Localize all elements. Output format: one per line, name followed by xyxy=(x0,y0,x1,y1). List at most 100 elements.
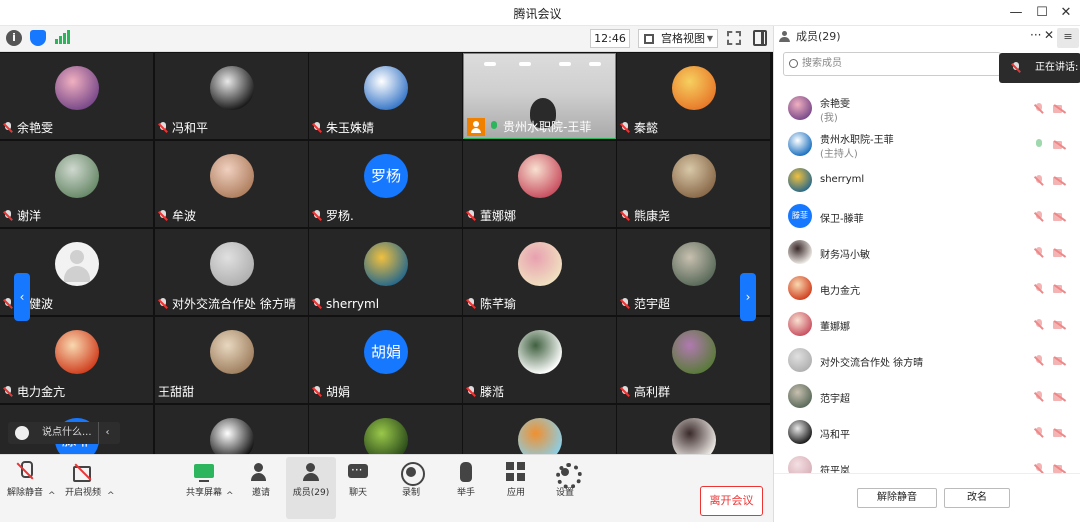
previous-page-button[interactable]: ‹ xyxy=(14,273,30,321)
video-off-icon[interactable] xyxy=(1053,140,1067,150)
emoji-icon[interactable] xyxy=(15,426,29,440)
muted-mic-icon[interactable] xyxy=(1034,355,1044,367)
maximize-button[interactable]: ☐ xyxy=(1032,4,1052,22)
close-panel-button[interactable]: ✕ xyxy=(1044,28,1054,42)
unmute-all-button[interactable]: 解除静音 xyxy=(857,488,937,508)
video-off-icon[interactable] xyxy=(1053,104,1067,114)
participant-tile[interactable]: 贵州水职院-王菲 xyxy=(463,53,616,139)
video-off-icon[interactable] xyxy=(1053,320,1067,330)
raise-hand-button[interactable]: 举手 xyxy=(441,457,491,519)
member-row[interactable]: 符平岚 xyxy=(774,450,1080,473)
fullscreen-icon[interactable] xyxy=(727,31,741,45)
participant-tile[interactable]: 王甜甜 xyxy=(155,317,308,403)
collapse-chat-button[interactable]: ‹ xyxy=(98,422,116,444)
start-video-button[interactable]: 开启视频 xyxy=(58,457,108,519)
rename-button[interactable]: 改名 xyxy=(944,488,1010,508)
members-panel-footer: 解除静音 改名 xyxy=(774,473,1080,522)
video-off-icon[interactable] xyxy=(1053,428,1067,438)
member-row[interactable]: sherryml xyxy=(774,162,1080,198)
participant-name: 余艳雯 xyxy=(17,121,54,135)
muted-mic-icon xyxy=(158,298,168,310)
muted-mic-icon[interactable] xyxy=(1034,103,1044,115)
participant-tile[interactable]: 熊康尧 xyxy=(617,141,770,227)
participant-tile[interactable]: 余艳雯 xyxy=(0,53,153,139)
member-list: 余艳雯 (我) 贵州水职院-王菲 (主持人) sherryml 滕菲 保卫-滕菲 财务冯小敏电… xyxy=(774,90,1080,473)
share-screen-button[interactable]: 共享屏幕 xyxy=(179,457,229,519)
member-row[interactable]: 董娜娜 xyxy=(774,306,1080,342)
video-options-caret[interactable]: ^ xyxy=(107,491,115,501)
participant-tile[interactable]: 滕湉 xyxy=(463,317,616,403)
muted-mic-icon[interactable] xyxy=(1034,391,1044,403)
apps-button[interactable]: 应用 xyxy=(491,457,541,519)
participant-tile[interactable]: 朱玉姝婧 xyxy=(309,53,462,139)
network-signal-icon[interactable] xyxy=(55,30,71,44)
participant-avatar xyxy=(55,242,99,286)
member-row[interactable]: 范宇超 xyxy=(774,378,1080,414)
participant-tile[interactable]: 牟波 xyxy=(155,141,308,227)
member-row[interactable]: 电力金亢 xyxy=(774,270,1080,306)
more-options-icon[interactable]: ··· xyxy=(1030,28,1041,42)
security-shield-icon[interactable] xyxy=(30,30,46,46)
video-off-icon[interactable] xyxy=(1053,284,1067,294)
info-icon[interactable]: i xyxy=(6,30,22,46)
muted-mic-icon[interactable] xyxy=(1034,175,1044,187)
video-off-icon[interactable] xyxy=(1053,248,1067,258)
video-off-icon[interactable] xyxy=(1053,392,1067,402)
video-off-icon[interactable] xyxy=(1053,176,1067,186)
dropdown-arrow-icon: ▼ xyxy=(706,34,713,43)
minimize-button[interactable]: — xyxy=(1006,4,1026,22)
participant-name-bar: sherryml xyxy=(312,295,379,313)
chat-quick-input[interactable]: 说点什么... ‹ xyxy=(8,422,120,444)
chat-button[interactable]: 聊天 xyxy=(333,457,383,519)
members-button[interactable]: 成员(29) xyxy=(286,457,336,519)
mic-on-icon[interactable] xyxy=(1034,139,1044,151)
member-search-input[interactable]: 搜索成员 xyxy=(783,52,1001,76)
participant-tile[interactable]: 冯和平 xyxy=(155,53,308,139)
audio-options-caret[interactable]: ^ xyxy=(48,491,56,501)
panel-menu-button[interactable]: ≡ xyxy=(1057,28,1079,48)
next-page-button[interactable]: › xyxy=(740,273,756,321)
member-row[interactable]: 财务冯小敏 xyxy=(774,234,1080,270)
member-row[interactable]: 贵州水职院-王菲 (主持人) xyxy=(774,126,1080,162)
member-avatar xyxy=(788,420,812,444)
share-options-caret[interactable]: ^ xyxy=(226,491,234,501)
video-off-icon[interactable] xyxy=(1053,464,1067,473)
participant-tile[interactable]: 胡娟 胡娟 xyxy=(309,317,462,403)
muted-mic-icon[interactable] xyxy=(1034,211,1044,223)
leave-meeting-button[interactable]: 离开会议 xyxy=(700,486,763,516)
participant-tile[interactable]: 电力金亢 xyxy=(0,317,153,403)
unmute-button[interactable]: 解除静音 xyxy=(0,457,50,519)
muted-mic-icon xyxy=(466,298,476,310)
invite-icon xyxy=(250,461,272,483)
participant-tile[interactable]: 谢洋 xyxy=(0,141,153,227)
video-off-icon[interactable] xyxy=(1053,356,1067,366)
member-row[interactable]: 对外交流合作处 徐方晴 xyxy=(774,342,1080,378)
record-button[interactable]: 录制 xyxy=(386,457,436,519)
participant-name-bar: 范宇超 xyxy=(620,295,670,313)
muted-mic-icon[interactable] xyxy=(1034,319,1044,331)
participant-tile[interactable]: 罗杨 罗杨. xyxy=(309,141,462,227)
participant-tile[interactable]: 高利群 xyxy=(617,317,770,403)
view-mode-select[interactable]: 宫格视图 ▼ xyxy=(638,29,718,48)
member-row[interactable]: 冯和平 xyxy=(774,414,1080,450)
participant-tile[interactable]: 董娜娜 xyxy=(463,141,616,227)
invite-button[interactable]: 邀请 xyxy=(236,457,286,519)
muted-mic-icon[interactable] xyxy=(1034,283,1044,295)
person-icon xyxy=(779,31,790,42)
close-window-button[interactable]: ✕ xyxy=(1056,4,1076,22)
member-row[interactable]: 余艳雯 (我) xyxy=(774,90,1080,126)
settings-button[interactable]: 设置 xyxy=(540,457,590,519)
muted-mic-icon[interactable] xyxy=(1034,463,1044,473)
participant-tile[interactable]: sherryml xyxy=(309,229,462,315)
participant-tile[interactable]: 陈芊瑜 xyxy=(463,229,616,315)
participant-tile[interactable]: 对外交流合作处 徐方晴 xyxy=(155,229,308,315)
participant-name: 陈芊瑜 xyxy=(480,297,517,311)
muted-mic-icon[interactable] xyxy=(1034,247,1044,259)
video-off-icon[interactable] xyxy=(1053,212,1067,222)
muted-mic-icon[interactable] xyxy=(1034,427,1044,439)
member-row[interactable]: 滕菲 保卫-滕菲 xyxy=(774,198,1080,234)
participant-name-bar: 胡娟 xyxy=(312,383,350,401)
toggle-sidebar-icon[interactable] xyxy=(753,30,767,46)
participant-tile[interactable]: 秦懿 xyxy=(617,53,770,139)
invite-label: 邀请 xyxy=(251,488,270,498)
